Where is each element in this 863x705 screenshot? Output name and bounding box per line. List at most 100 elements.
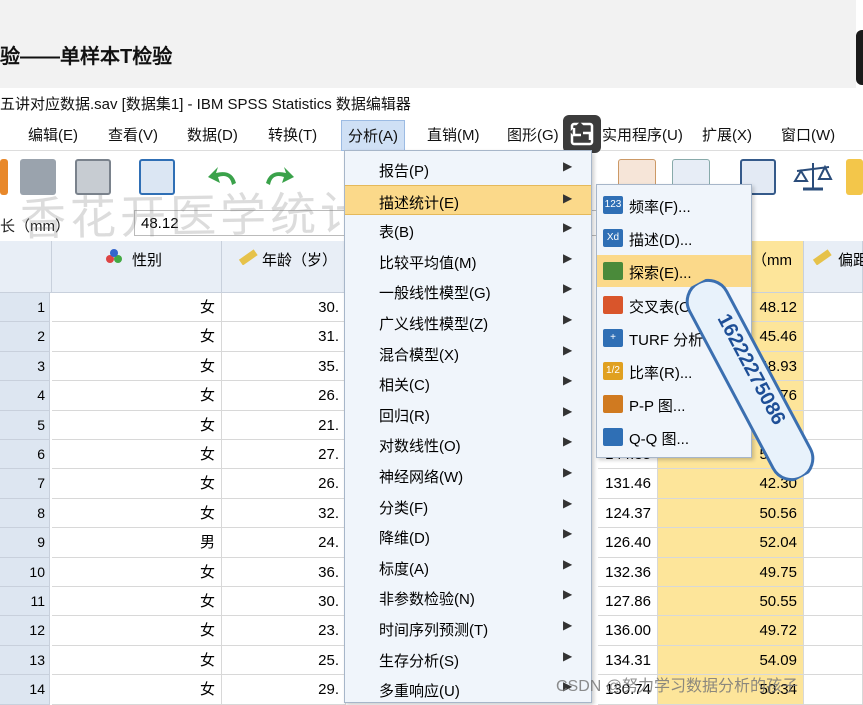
table-cell-extra[interactable] [804,322,863,352]
row-number[interactable]: 7 [0,469,50,499]
table-cell-age[interactable]: 32. [222,498,346,529]
submenu-item[interactable]: Xd 描述(D)... [597,222,751,254]
row-number[interactable]: 1 [0,293,50,323]
table-cell-gender[interactable]: 女 [52,351,222,382]
table-cell-length[interactable]: 50.55 [658,587,804,617]
row-number[interactable]: 4 [0,381,50,411]
table-cell-extra[interactable] [804,469,863,499]
row-number[interactable]: 6 [0,440,50,470]
analyze-menu-item[interactable]: 广义线性模型(Z) ▶ [345,307,591,337]
table-cell-extra[interactable] [804,557,863,587]
table-cell-age[interactable]: 35. [222,351,346,382]
menu-extensions[interactable]: 扩展(X) [702,124,752,145]
table-cell-extra[interactable] [804,616,863,646]
table-cell-age[interactable]: 25. [222,645,346,676]
analyze-menu-item[interactable]: 描述统计(E) ▶ [345,184,591,215]
open-icon[interactable] [0,159,8,195]
menu-direct-marketing[interactable]: 直销(M) [427,124,480,145]
table-cell-extra[interactable] [804,675,863,705]
row-number[interactable]: 3 [0,351,50,382]
table-cell-extra[interactable] [804,645,863,676]
analyze-menu-item[interactable]: 分类(F) ▶ [345,491,591,521]
analyze-menu-item[interactable]: 对数线性(O) ▶ [345,429,591,459]
table-cell-gender[interactable]: 女 [52,498,222,529]
weight-cases-icon[interactable] [793,159,833,195]
table-cell-extra[interactable] [804,381,863,411]
table-cell-gender[interactable]: 女 [52,469,222,499]
analyze-menu-item[interactable]: 多重响应(U) ▶ [345,674,591,704]
row-number[interactable]: 11 [0,587,50,617]
table-cell-gender[interactable]: 女 [52,322,222,352]
table-cell-age[interactable]: 21. [222,410,346,440]
analyze-menu-item[interactable]: 生存分析(S) ▶ [345,644,591,674]
analyze-menu-item[interactable]: 相关(C) ▶ [345,368,591,398]
table-cell-c1[interactable]: 124.37 [598,498,658,529]
table-cell-age[interactable]: 30. [222,587,346,617]
table-cell-age[interactable]: 26. [222,381,346,411]
table-cell-age[interactable]: 29. [222,675,346,705]
menu-edit[interactable]: 编辑(E) [28,124,78,145]
menu-data[interactable]: 数据(D) [187,124,238,145]
table-cell-length[interactable]: 49.75 [658,557,804,587]
analyze-menu-item[interactable]: 降维(D) ▶ [345,521,591,551]
menu-analyze[interactable]: 分析(A) [341,120,405,151]
table-cell-gender[interactable]: 女 [52,587,222,617]
analyze-menu-item[interactable]: 时间序列预测(T) ▶ [345,613,591,643]
row-number[interactable]: 2 [0,322,50,352]
table-cell-c1[interactable]: 136.00 [598,616,658,646]
table-cell-c1[interactable]: 126.40 [598,528,658,558]
column-header-extra[interactable]: 偏距 [804,241,863,293]
table-cell-gender[interactable]: 男 [52,528,222,558]
analyze-menu-item[interactable]: 表(B) ▶ [345,215,591,245]
row-number[interactable]: 8 [0,498,50,529]
row-number[interactable]: 5 [0,410,50,440]
table-cell-length[interactable]: 50.56 [658,498,804,529]
table-cell-gender[interactable]: 女 [52,675,222,705]
table-cell-extra[interactable] [804,587,863,617]
menu-view[interactable]: 查看(V) [108,124,158,145]
table-cell-gender[interactable]: 女 [52,381,222,411]
row-number[interactable]: 12 [0,616,50,646]
table-cell-c1[interactable]: 127.86 [598,587,658,617]
analyze-menu-item[interactable]: 回归(R) ▶ [345,399,591,429]
column-header-age[interactable]: 年龄（岁） [222,241,346,293]
table-cell-age[interactable]: 23. [222,616,346,646]
row-number[interactable]: 14 [0,675,50,705]
table-cell-age[interactable]: 27. [222,440,346,470]
table-cell-length[interactable]: 54.09 [658,645,804,676]
analyze-menu-item[interactable]: 非参数检验(N) ▶ [345,582,591,612]
table-cell-extra[interactable] [804,498,863,529]
table-cell-extra[interactable] [804,528,863,558]
table-cell-gender[interactable]: 女 [52,440,222,470]
row-number[interactable]: 10 [0,557,50,587]
table-cell-c1[interactable]: 132.36 [598,557,658,587]
table-cell-gender[interactable]: 女 [52,410,222,440]
table-cell-age[interactable]: 31. [222,322,346,352]
table-cell-age[interactable]: 30. [222,293,346,323]
submenu-item[interactable]: Q-Q 图... [597,421,751,453]
table-cell-length[interactable]: 52.04 [658,528,804,558]
table-cell-age[interactable]: 36. [222,557,346,587]
analyze-menu-item[interactable]: 比较平均值(M) ▶ [345,246,591,276]
menu-transform[interactable]: 转换(T) [268,124,317,145]
table-cell-length[interactable]: 49.72 [658,616,804,646]
analyze-menu-item[interactable]: 标度(A) ▶ [345,552,591,582]
submenu-item[interactable]: 123 频率(F)... [597,189,751,221]
analyze-menu-item[interactable]: 神经网络(W) ▶ [345,460,591,490]
menu-window[interactable]: 窗口(W) [781,124,835,145]
select-cases-icon[interactable] [846,159,863,195]
analyze-menu-item[interactable]: 报告(P) ▶ [345,154,591,184]
column-header-gender[interactable]: 性别 [52,241,222,293]
menu-utilities[interactable]: 实用程序(U) [602,124,683,145]
exit-fullscreen-icon[interactable] [563,115,601,153]
table-cell-age[interactable]: 24. [222,528,346,558]
row-number[interactable]: 9 [0,528,50,558]
table-cell-gender[interactable]: 女 [52,616,222,646]
table-cell-gender[interactable]: 女 [52,645,222,676]
row-number[interactable]: 13 [0,645,50,676]
table-cell-extra[interactable] [804,293,863,323]
menu-graphs[interactable]: 图形(G) [507,124,559,145]
analyze-menu-item[interactable]: 混合模型(X) ▶ [345,338,591,368]
table-cell-gender[interactable]: 女 [52,557,222,587]
table-cell-extra[interactable] [804,351,863,382]
